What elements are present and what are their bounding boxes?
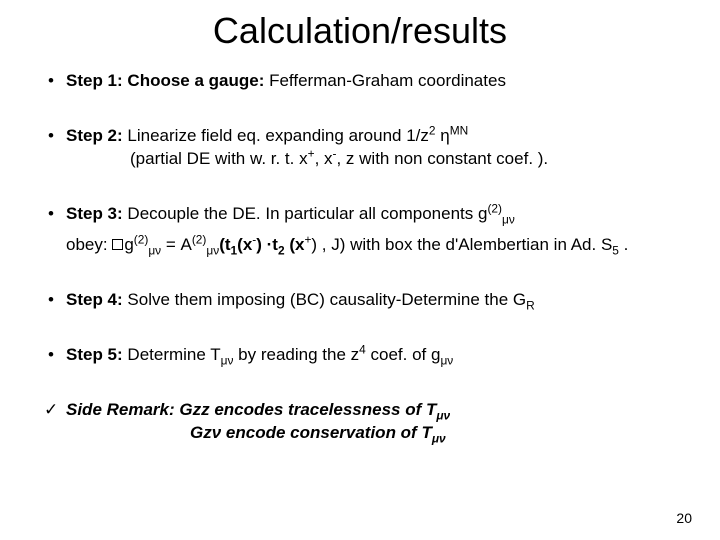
ads-5: 5 bbox=[612, 243, 619, 257]
dot: ) · bbox=[256, 235, 272, 254]
step-3-label: Step 3: bbox=[66, 204, 123, 223]
step-3: Step 3: Decouple the DE. In particular a… bbox=[40, 203, 680, 257]
t2-sub: 2 bbox=[278, 243, 285, 257]
step-5: Step 5: Determine Tμν by reading the z4 … bbox=[40, 344, 680, 367]
step-2-text: Linearize field eq. expanding around 1/z bbox=[123, 126, 429, 145]
GR-sub: R bbox=[526, 298, 535, 312]
period: . bbox=[619, 235, 628, 254]
comma-x: , x bbox=[315, 149, 333, 168]
g2-sub: μν bbox=[148, 243, 161, 257]
step-5-coef: coef. of g bbox=[366, 345, 441, 364]
box-operator-icon bbox=[112, 239, 123, 250]
bullet-list: Step 1: Choose a gauge: Fefferman-Graham… bbox=[40, 70, 680, 444]
xplus: (x bbox=[285, 235, 305, 254]
remark-line2: Gzν encode conservation of Tμν bbox=[66, 422, 680, 445]
side-remark: Side Remark: Gzz encodes tracelessness o… bbox=[40, 399, 680, 445]
remark-label: Side Remark: bbox=[66, 400, 175, 419]
step-2-l2a: (partial DE with w. r. t. x bbox=[130, 149, 308, 168]
step-4: Step 4: Solve them imposing (BC) causali… bbox=[40, 289, 680, 312]
step-1-tail: Fefferman-Graham coordinates bbox=[264, 71, 506, 90]
step-5-label: Step 5: bbox=[66, 345, 123, 364]
eq: = A bbox=[161, 235, 192, 254]
T-mn: μν bbox=[221, 353, 234, 367]
step3-tail: ) , J) with box the d'Alembertian in Ad.… bbox=[311, 235, 612, 254]
A-sup: (2) bbox=[192, 232, 207, 246]
step-2-z-exp: 2 bbox=[429, 123, 436, 137]
spacer bbox=[66, 226, 680, 234]
slide: Calculation/results Step 1: Choose a gau… bbox=[0, 0, 720, 540]
z4: 4 bbox=[359, 342, 366, 356]
g-mn: μν bbox=[440, 353, 453, 367]
obey-text: obey: bbox=[66, 235, 112, 254]
g-sup-2: (2) bbox=[487, 201, 502, 215]
page-title: Calculation/results bbox=[40, 10, 680, 52]
remark-l2: Gzν encode conservation of T bbox=[190, 423, 432, 442]
page-number: 20 bbox=[676, 510, 692, 526]
step-5-a: Determine T bbox=[123, 345, 221, 364]
g-sub-mn: μν bbox=[502, 212, 515, 226]
step-2: Step 2: Linearize field eq. expanding ar… bbox=[40, 125, 680, 171]
step-5-mid: by reading the z bbox=[233, 345, 359, 364]
remark-mn2: μν bbox=[432, 431, 446, 445]
eta-symbol: η bbox=[436, 126, 450, 145]
step-1-bold-text: Choose a gauge: bbox=[123, 71, 265, 90]
step-2-label: Step 2: bbox=[66, 126, 123, 145]
step-3-text: Decouple the DE. In particular all compo… bbox=[123, 204, 488, 223]
step-1-label: Step 1: bbox=[66, 71, 123, 90]
g-letter: g bbox=[124, 235, 133, 254]
remark-l1: Gzz encodes tracelessness of T bbox=[175, 400, 437, 419]
A-sub: μν bbox=[206, 243, 219, 257]
step-2-line2: (partial DE with w. r. t. x+, x-, z with… bbox=[66, 148, 680, 171]
step-4-label: Step 4: bbox=[66, 290, 123, 309]
step-2-l2b: , z with non constant coef. ). bbox=[336, 149, 548, 168]
xminus: (x bbox=[237, 235, 252, 254]
step-1: Step 1: Choose a gauge: Fefferman-Graham… bbox=[40, 70, 680, 93]
x-plus: + bbox=[308, 146, 315, 160]
remark-mn1: μν bbox=[436, 408, 450, 422]
step-4-text: Solve them imposing (BC) causality-Deter… bbox=[123, 290, 526, 309]
eta-sup: MN bbox=[450, 123, 469, 137]
g2-sup: (2) bbox=[134, 232, 149, 246]
